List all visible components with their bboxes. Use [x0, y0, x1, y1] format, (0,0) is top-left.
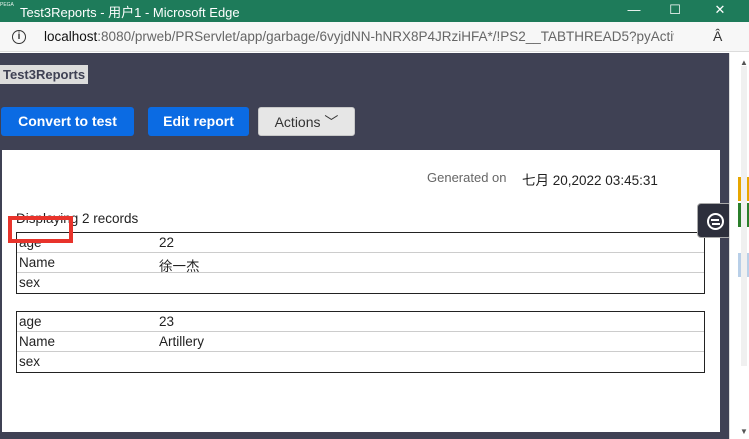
- edit-report-button[interactable]: Edit report: [148, 107, 249, 136]
- record-table: age 22 Name 徐一杰 sex: [16, 232, 705, 294]
- convert-to-test-button[interactable]: Convert to test: [1, 107, 134, 136]
- maximize-button[interactable]: ☐: [655, 0, 695, 22]
- assistant-toggle-icon[interactable]: [697, 203, 732, 238]
- record-table: age 23 Name Artillery sex: [16, 311, 705, 373]
- url-path: :8080/prweb/PRServlet/app/garbage/6vyjdN…: [97, 29, 674, 44]
- url-field[interactable]: localhost:8080/prweb/PRServlet/app/garba…: [44, 29, 674, 44]
- toggle-symbol-icon: [707, 213, 724, 230]
- window-title: Test3Reports - 用户1 - Microsoft Edge: [20, 5, 240, 20]
- scrollbar[interactable]: [741, 66, 747, 366]
- app-frame: Test3Reports Convert to test Edit report…: [0, 53, 729, 439]
- scroll-up-icon[interactable]: ▲: [740, 58, 748, 67]
- table-row: Name Artillery: [17, 332, 704, 352]
- table-row: age 22: [17, 233, 704, 253]
- field-key: sex: [19, 354, 41, 369]
- scroll-down-icon[interactable]: ▼: [740, 427, 748, 436]
- field-value: 23: [159, 314, 175, 329]
- table-row: sex: [17, 352, 704, 372]
- field-key: sex: [19, 275, 41, 290]
- table-row: age 23: [17, 312, 704, 332]
- table-row: sex: [17, 273, 704, 293]
- field-key: Name: [19, 255, 56, 270]
- field-value: 22: [159, 235, 175, 250]
- field-value: 徐一杰: [159, 259, 200, 274]
- generated-on-value: 七月 20,2022 03:45:31: [522, 173, 658, 188]
- report-panel: Generated on 七月 20,2022 03:45:31 Display…: [2, 150, 720, 432]
- pega-app-icon: PEGA: [0, 2, 14, 8]
- field-key: age: [19, 314, 42, 329]
- field-key: Name: [19, 334, 56, 349]
- actions-button[interactable]: Actions ﹀: [258, 107, 355, 136]
- url-host: localhost: [44, 29, 98, 44]
- generated-on-label: Generated on: [427, 170, 507, 185]
- window-titlebar: PEGA Test3Reports - 用户1 - Microsoft Edge…: [0, 0, 749, 22]
- actions-label: Actions: [274, 114, 321, 130]
- read-aloud-icon[interactable]: Â: [713, 28, 722, 44]
- highlight-annotation: [8, 216, 73, 243]
- close-button[interactable]: ✕: [700, 0, 740, 22]
- address-bar: i localhost:8080/prweb/PRServlet/app/gar…: [0, 22, 749, 52]
- minimize-button[interactable]: —: [614, 0, 654, 22]
- site-info-icon[interactable]: i: [12, 30, 26, 44]
- app-title: Test3Reports: [0, 65, 89, 84]
- chevron-down-icon: ﹀: [324, 114, 339, 130]
- table-row: Name 徐一杰: [17, 253, 704, 274]
- field-value: Artillery: [159, 334, 205, 349]
